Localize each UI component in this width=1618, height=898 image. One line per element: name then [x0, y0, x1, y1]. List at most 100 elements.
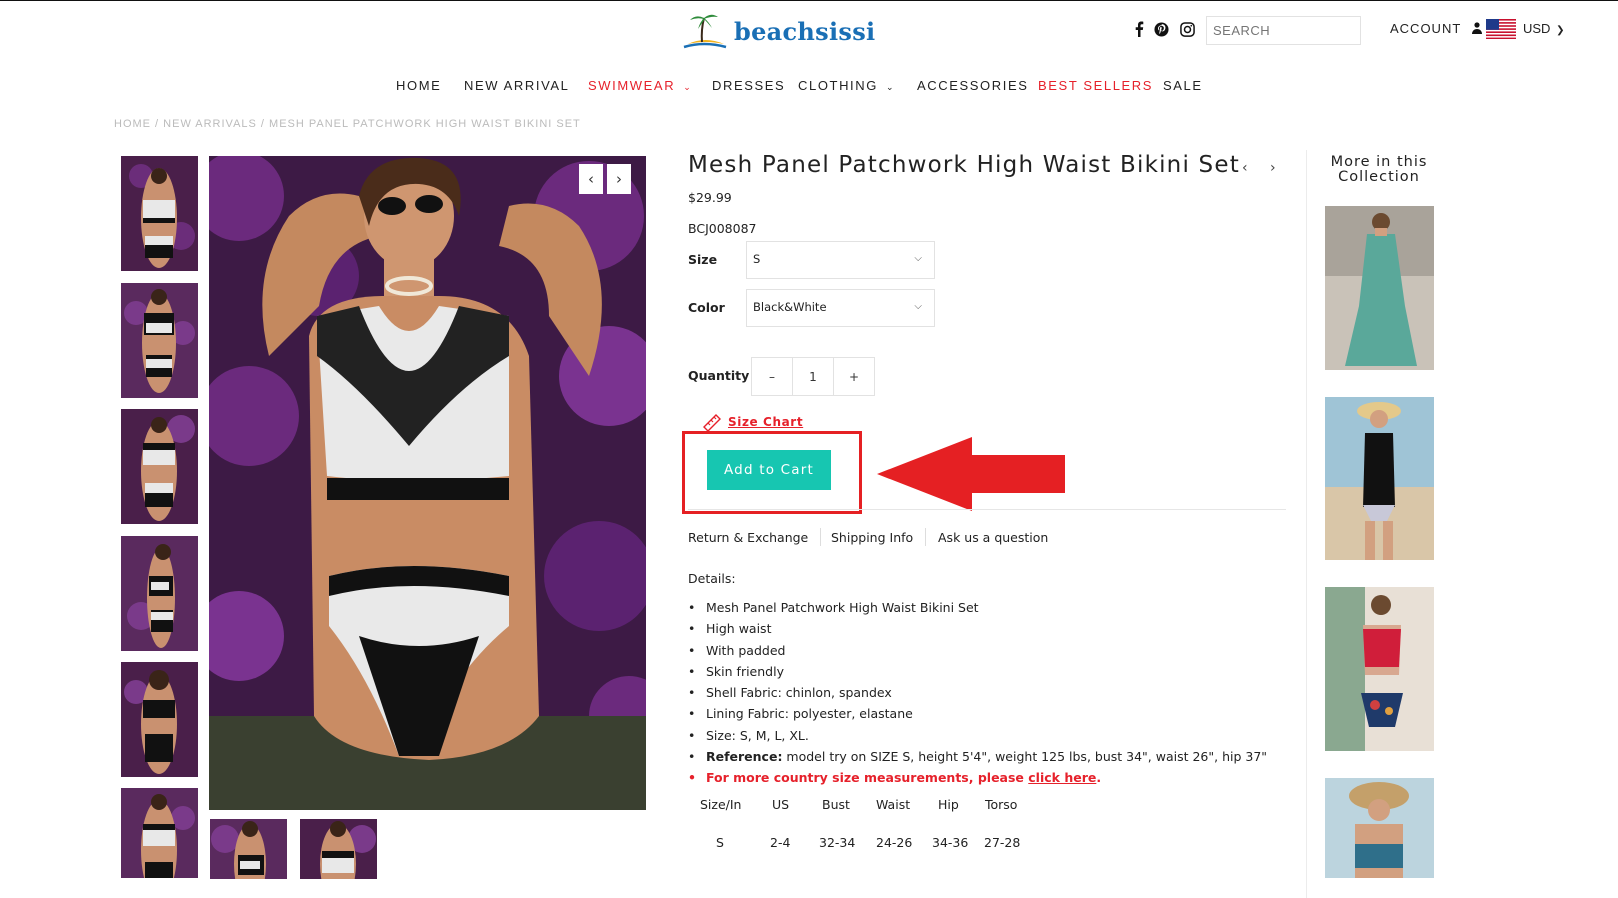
product-sku: BCJ008087	[688, 221, 757, 236]
reference-text: model try on SIZE S, height 5'4", weight…	[782, 749, 1268, 765]
palm-tree-icon	[683, 14, 727, 49]
size-select[interactable]: S ⌵	[746, 241, 935, 279]
product-price: $29.99	[688, 190, 732, 205]
currency-selector[interactable]: USD ❯	[1523, 21, 1564, 36]
list-item: Size: S, M, L, XL.	[688, 728, 1288, 749]
pinterest-icon[interactable]	[1152, 20, 1170, 38]
tab-separator	[820, 528, 821, 546]
collection-product-image[interactable]	[1325, 397, 1434, 560]
collection-product-image[interactable]	[1325, 778, 1434, 878]
chevron-right-icon: ›	[616, 170, 622, 188]
size-label: Size	[688, 252, 718, 267]
breadcrumb[interactable]: HOME / NEW ARRIVALS / MESH PANEL PATCHWO…	[114, 118, 581, 130]
site-logo[interactable]: beachsissi	[680, 10, 880, 52]
prev-product-icon[interactable]: ‹	[1242, 160, 1248, 176]
country-size-text: For more country size measurements, plea…	[706, 770, 1029, 786]
user-icon	[1471, 22, 1482, 34]
product-thumbnail[interactable]	[121, 156, 198, 271]
collection-product-image[interactable]	[1325, 206, 1434, 370]
quantity-decrease-button[interactable]: –	[752, 358, 793, 395]
country-size-end: .	[1096, 770, 1102, 786]
next-product-icon[interactable]: ›	[1270, 160, 1276, 176]
details-heading: Details:	[688, 571, 736, 586]
instagram-icon[interactable]	[1178, 20, 1196, 38]
list-item: High waist	[688, 621, 1288, 642]
more-collection-title: More in this Collection	[1322, 154, 1436, 186]
nav-home[interactable]: HOME	[396, 78, 441, 93]
nav-clothing[interactable]: CLOTHING ⌄	[798, 78, 895, 93]
column-divider	[1306, 150, 1307, 898]
table-cell: S	[716, 835, 724, 850]
size-value: S	[753, 252, 761, 266]
table-cell: 2-4	[770, 835, 791, 850]
search-input[interactable]	[1206, 16, 1361, 45]
chevron-down-icon: ⌵	[914, 253, 922, 264]
chevron-down-icon: ⌄	[885, 82, 896, 92]
product-thumbnail[interactable]	[300, 819, 377, 879]
add-to-cart-button[interactable]: Add to Cart	[707, 450, 831, 490]
size-chart-link[interactable]: Size Chart	[702, 413, 803, 431]
size-chart-label: Size Chart	[728, 415, 804, 429]
account-link[interactable]: ACCOUNT	[1390, 21, 1482, 36]
list-item-country-size: For more country size measurements, plea…	[688, 770, 1288, 791]
table-cell: 32-34	[819, 835, 856, 850]
product-thumbnail[interactable]	[121, 536, 198, 651]
quantity-increase-button[interactable]: +	[834, 358, 874, 395]
main-nav: HOME NEW ARRIVAL SWIMWEAR ⌄ DRESSES CLOTH…	[0, 78, 1618, 98]
table-header: Torso	[985, 797, 1018, 812]
image-prev-button[interactable]: ‹	[579, 164, 603, 194]
main-product-image[interactable]	[209, 156, 646, 810]
chevron-down-icon: ⌵	[914, 301, 922, 312]
collection-product-image[interactable]	[1325, 587, 1434, 751]
list-item: Skin friendly	[688, 664, 1288, 685]
tab-ask-question[interactable]: Ask us a question	[938, 530, 1048, 545]
chevron-down-icon: ❯	[1556, 25, 1565, 36]
chevron-down-icon: ⌄	[683, 82, 693, 92]
product-thumbnail[interactable]	[121, 788, 198, 878]
nav-dresses[interactable]: DRESSES	[712, 78, 785, 93]
click-here-link[interactable]: click here	[1028, 770, 1096, 785]
tab-separator	[925, 528, 926, 546]
product-thumbnail[interactable]	[121, 283, 198, 398]
table-header: Size/In	[700, 797, 742, 812]
details-list: Mesh Panel Patchwork High Waist Bikini S…	[688, 600, 1288, 792]
nav-best-sellers[interactable]: BEST SELLERS	[1038, 78, 1153, 93]
image-next-button[interactable]: ›	[607, 164, 631, 194]
logo-text: beachsissi	[734, 16, 876, 46]
list-item-reference: Reference: model try on SIZE S, height 5…	[688, 749, 1288, 770]
nav-swimwear-label: SWIMWEAR	[588, 78, 676, 93]
list-item: Shell Fabric: chinlon, spandex	[688, 685, 1288, 706]
ruler-icon	[703, 414, 721, 431]
currency-label: USD	[1523, 21, 1551, 36]
product-thumbnail[interactable]	[210, 819, 287, 879]
list-item: With padded	[688, 643, 1288, 664]
quantity-label: Quantity	[688, 368, 750, 383]
table-cell: 24-26	[876, 835, 913, 850]
facebook-icon[interactable]	[1130, 20, 1148, 38]
more-collection-title-line1: More in this	[1330, 154, 1428, 170]
nav-sale[interactable]: SALE	[1163, 78, 1203, 93]
nav-accessories[interactable]: ACCESSORIES	[917, 78, 1029, 93]
nav-new-arrival[interactable]: NEW ARRIVAL	[464, 78, 570, 93]
top-border	[0, 0, 1618, 1]
tab-return-exchange[interactable]: Return & Exchange	[688, 530, 808, 545]
color-select[interactable]: Black&White ⌵	[746, 289, 935, 327]
tab-shipping-info[interactable]: Shipping Info	[831, 530, 913, 545]
more-collection-title-line2: Collection	[1338, 169, 1420, 186]
product-thumbnail[interactable]	[121, 662, 198, 777]
chevron-left-icon: ‹	[588, 170, 594, 188]
table-cell: 27-28	[984, 835, 1021, 850]
color-label: Color	[688, 300, 725, 315]
us-flag-icon[interactable]	[1486, 19, 1516, 39]
quantity-stepper: – 1 +	[751, 357, 875, 396]
reference-label: Reference:	[706, 749, 783, 765]
table-header: Hip	[938, 797, 959, 812]
table-header: US	[772, 797, 790, 812]
divider	[688, 509, 1286, 510]
product-thumbnail[interactable]	[121, 409, 198, 524]
list-item: Mesh Panel Patchwork High Waist Bikini S…	[688, 600, 1288, 621]
quantity-input[interactable]: 1	[793, 358, 834, 395]
nav-swimwear[interactable]: SWIMWEAR ⌄	[588, 78, 692, 93]
nav-clothing-label: CLOTHING	[798, 78, 878, 93]
product-title: Mesh Panel Patchwork High Waist Bikini S…	[688, 152, 1240, 178]
